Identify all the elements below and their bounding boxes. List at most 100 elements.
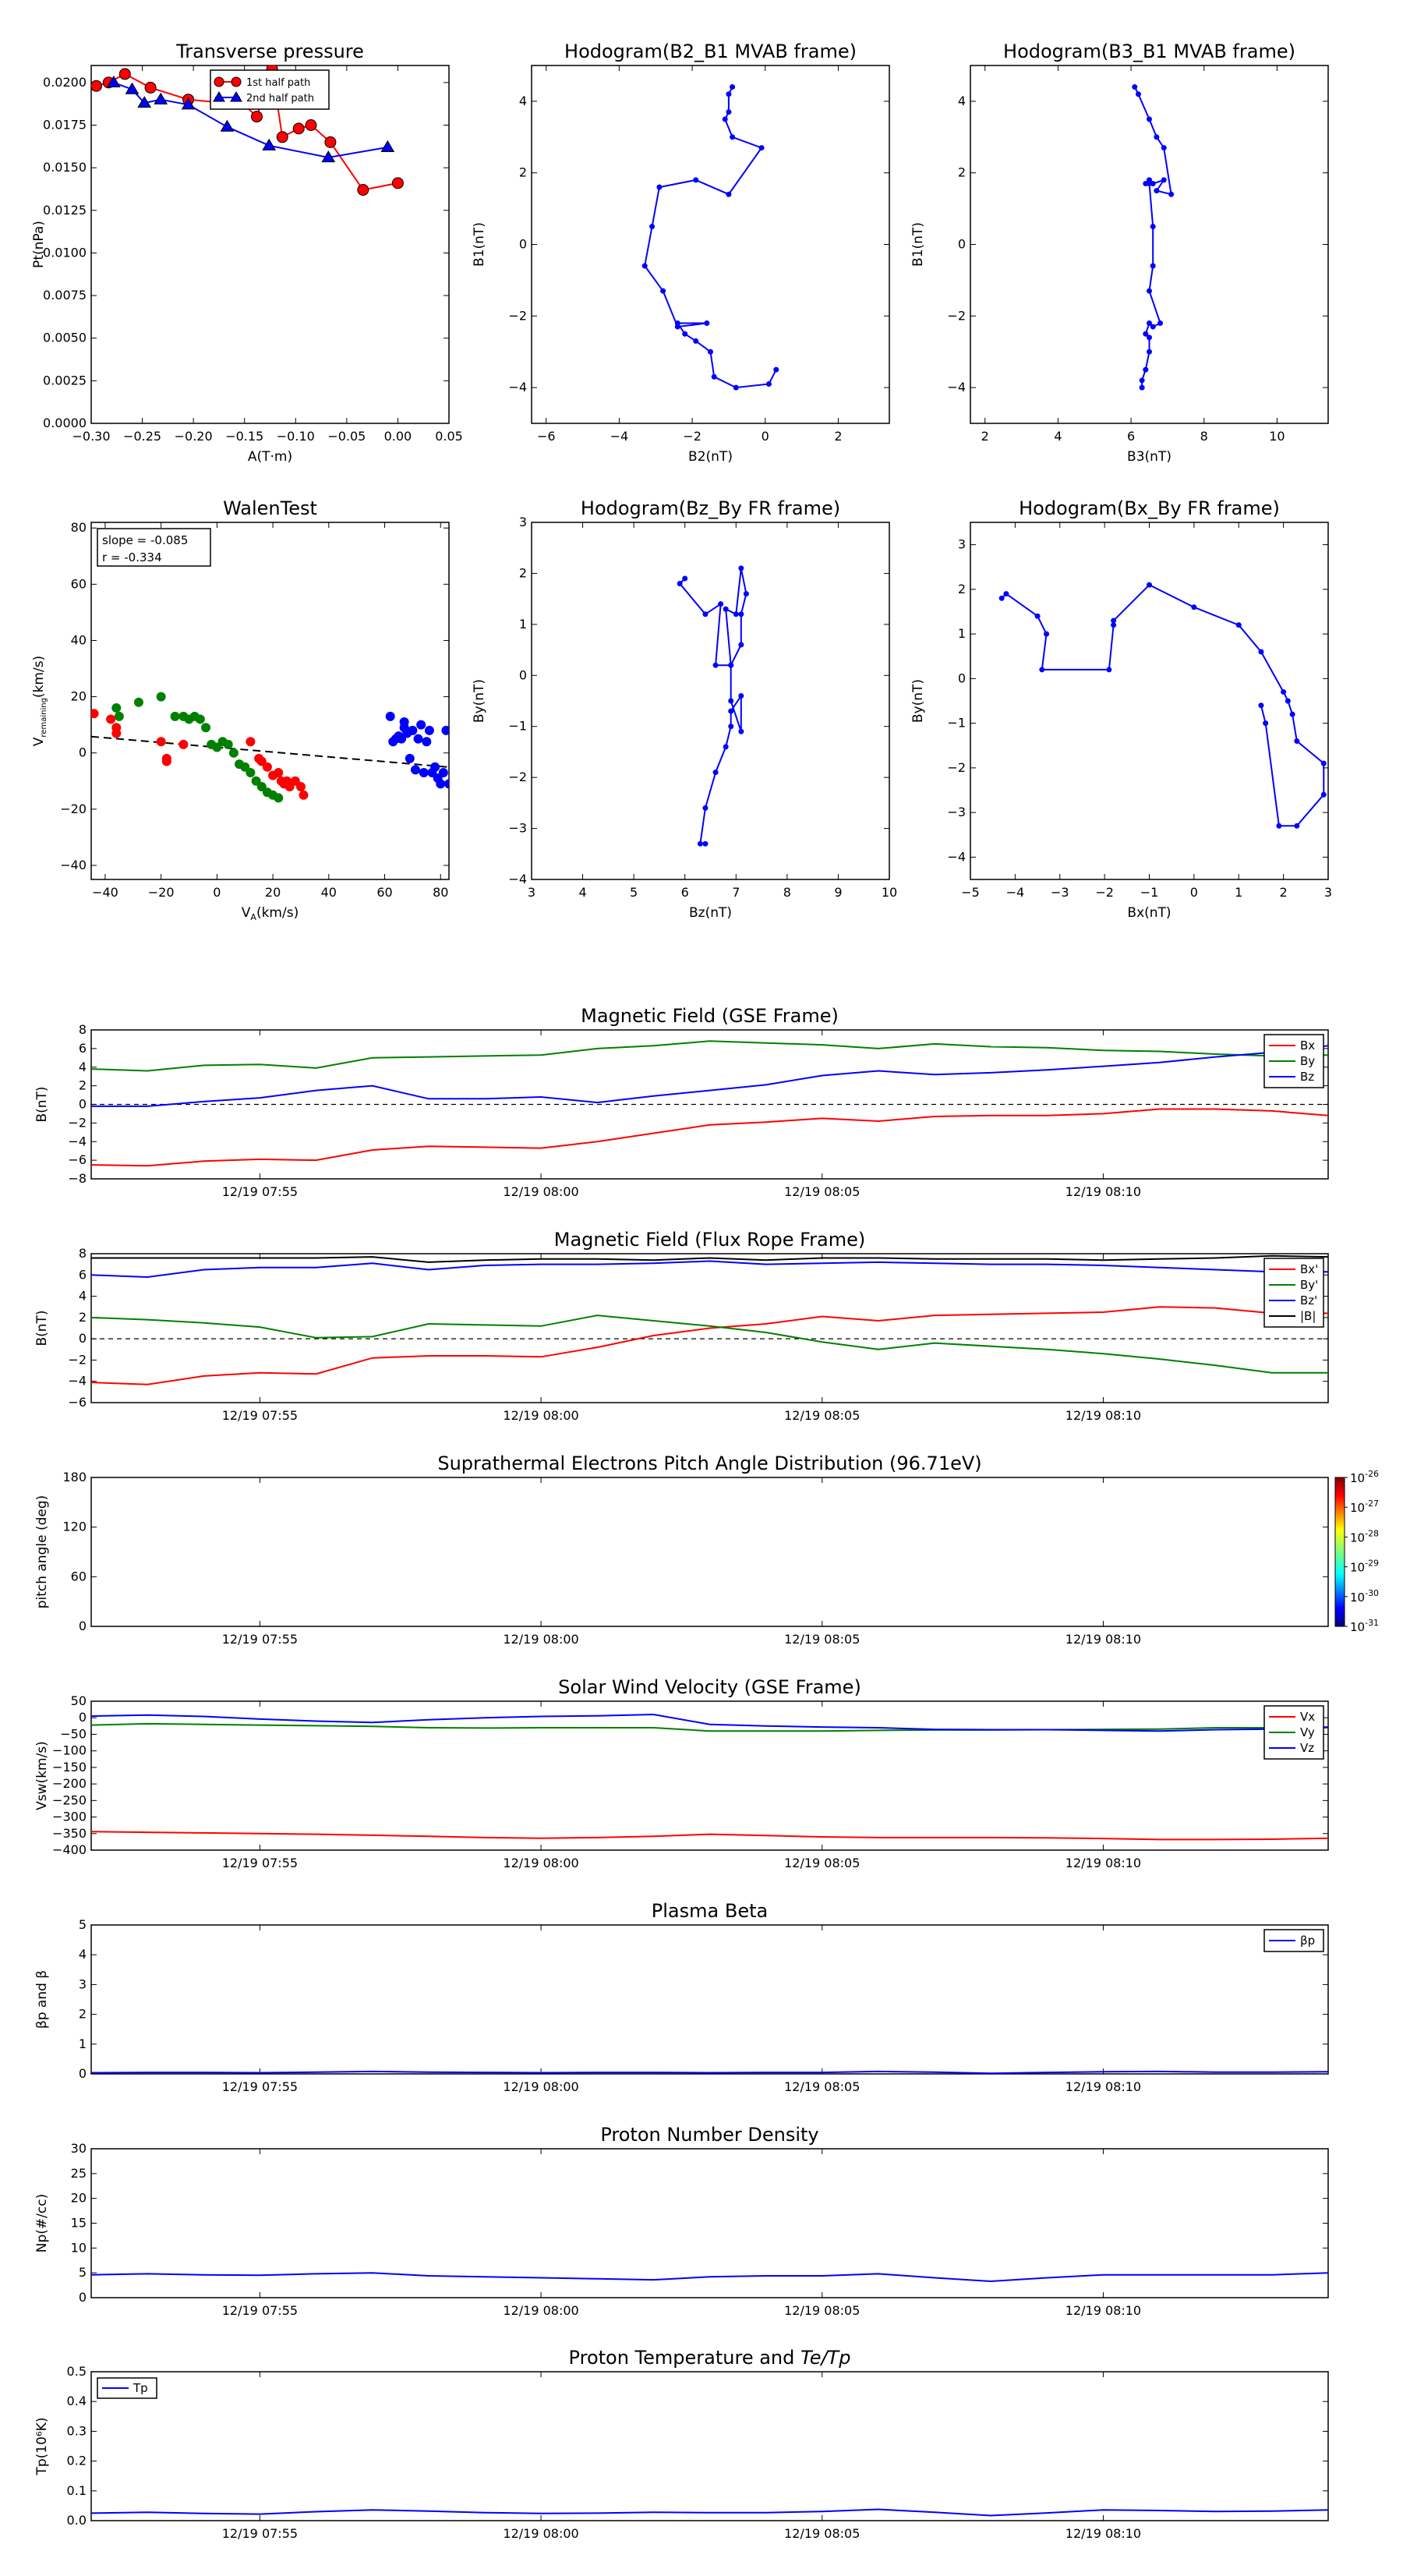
data-point — [1320, 791, 1327, 798]
x-tick-label: 12/19 08:00 — [503, 2303, 578, 2318]
data-point — [704, 320, 710, 326]
data-point — [91, 80, 103, 92]
y-tick-label: −40 — [60, 858, 87, 872]
x-tick-label: −0.05 — [327, 429, 366, 444]
data-point — [1147, 116, 1152, 122]
y-tick-label: 0 — [79, 1331, 87, 1346]
x-tick-label: 12/19 07:55 — [222, 1408, 298, 1423]
x-tick-label: 0.00 — [384, 429, 412, 444]
colorbar-exponent: -28 — [1365, 1528, 1379, 1538]
y-tick-label: 180 — [62, 1470, 87, 1484]
y-tick-label: 25 — [71, 2166, 87, 2181]
x-tick-label: 0 — [762, 429, 769, 444]
data-point — [111, 703, 122, 713]
y-tick-label: −2 — [68, 1352, 87, 1367]
y-tick-label: 0 — [79, 745, 87, 760]
y-tick-label: 3 — [958, 537, 966, 552]
y-tick-label: −2 — [508, 308, 527, 323]
data-point — [436, 779, 446, 789]
y-tick-label: −2 — [508, 770, 527, 784]
data-point — [201, 723, 211, 733]
x-tick-label: 12/19 08:10 — [1066, 2303, 1141, 2318]
y-tick-label: 10 — [71, 2240, 87, 2255]
y-tick-label: −2 — [68, 1115, 87, 1130]
y-tick-label: −50 — [60, 1726, 87, 1741]
x-tick-label: 12/19 07:55 — [222, 1184, 298, 1199]
data-point — [1150, 263, 1156, 269]
x-tick-label: 12/19 07:55 — [222, 2526, 298, 2541]
legend-marker — [231, 76, 242, 87]
x-tick-label: 0 — [1190, 885, 1198, 900]
data-point — [674, 324, 680, 330]
y-tick-label: 1 — [958, 626, 966, 641]
data-point — [295, 781, 306, 791]
y-tick-label: 4 — [79, 1289, 87, 1304]
x-tick-label: −0.10 — [277, 429, 315, 444]
y-tick-label: 0.3 — [67, 2423, 87, 2438]
x-tick-label: −0.30 — [72, 429, 110, 444]
data-point — [357, 184, 369, 196]
data-point — [305, 119, 317, 131]
chart-title: Proton Temperature and Te/Tp — [569, 2347, 851, 2369]
y-tick-label: −150 — [52, 1760, 87, 1775]
y-tick-label: 30 — [71, 2141, 87, 2156]
title-ratio: Te/Tp — [800, 2347, 850, 2369]
y-axis-label: B1(nT) — [472, 222, 487, 267]
chart-title: Hodogram(B2_B1 MVAB frame) — [564, 41, 857, 62]
data-point — [773, 366, 779, 373]
data-point — [1154, 134, 1160, 140]
data-point — [405, 753, 415, 763]
data-point — [1132, 84, 1138, 90]
x-tick-label: −6 — [537, 429, 556, 444]
data-point — [726, 109, 732, 115]
data-point — [246, 737, 256, 747]
data-point — [738, 642, 744, 648]
data-point — [419, 767, 429, 777]
y-tick-label: −4 — [508, 380, 527, 395]
data-point — [693, 177, 699, 183]
legend-label: Tp — [133, 2381, 148, 2395]
x-tick-label: −4 — [1006, 885, 1025, 900]
y-tick-label: −300 — [52, 1810, 87, 1824]
data-point — [702, 840, 709, 847]
data-point — [1139, 377, 1145, 384]
x-tick-label: 12/19 08:00 — [503, 1184, 578, 1199]
x-tick-label: 12/19 08:00 — [503, 2079, 578, 2094]
data-point — [114, 711, 124, 721]
x-tick-label: 12/19 08:10 — [1066, 1632, 1141, 1647]
legend-label: Bz — [1300, 1070, 1314, 1084]
x-tick-label: 12/19 08:05 — [784, 1408, 860, 1423]
data-point — [413, 734, 423, 744]
data-point — [299, 790, 309, 800]
y-tick-label: 2 — [519, 165, 527, 180]
y-axis-label: Pt(nPa) — [31, 221, 47, 268]
data-point — [728, 662, 734, 668]
x-tick-label: 12/19 07:55 — [222, 2079, 298, 2094]
x-tick-label: 80 — [433, 885, 448, 900]
y-tick-label: −1 — [508, 719, 527, 734]
x-tick-label: 5 — [630, 885, 638, 900]
data-point — [758, 145, 765, 151]
x-tick-label: 10 — [882, 885, 897, 900]
x-tick-label: −3 — [1051, 885, 1069, 900]
y-axis-label: Vsw(km/s) — [34, 1741, 50, 1810]
data-point — [728, 698, 734, 704]
x-tick-label: 6 — [1127, 429, 1135, 444]
chart-title: Solar Wind Velocity (GSE Frame) — [558, 1676, 861, 1698]
y-tick-label: 40 — [71, 632, 87, 647]
data-point — [728, 724, 734, 730]
x-tick-label: 6 — [681, 885, 689, 900]
x-tick-label: 40 — [321, 885, 337, 900]
x-tick-label: 3 — [528, 885, 535, 900]
colorbar — [1334, 1477, 1345, 1627]
legend-marker — [214, 76, 224, 87]
figure-canvas: Transverse pressure −0.30 −0.25 −0.20 −0.15−… — [0, 0, 1403, 2573]
y-tick-label: 0.5 — [67, 2364, 87, 2379]
data-point — [1147, 349, 1152, 355]
y-axis-label: B1(nT) — [910, 222, 926, 267]
data-point — [223, 739, 233, 749]
x-tick-label: 12/19 08:05 — [784, 1856, 860, 1870]
y-tick-label: 0.0025 — [43, 373, 87, 387]
data-point — [399, 723, 409, 733]
y-tick-label: 60 — [71, 576, 87, 591]
